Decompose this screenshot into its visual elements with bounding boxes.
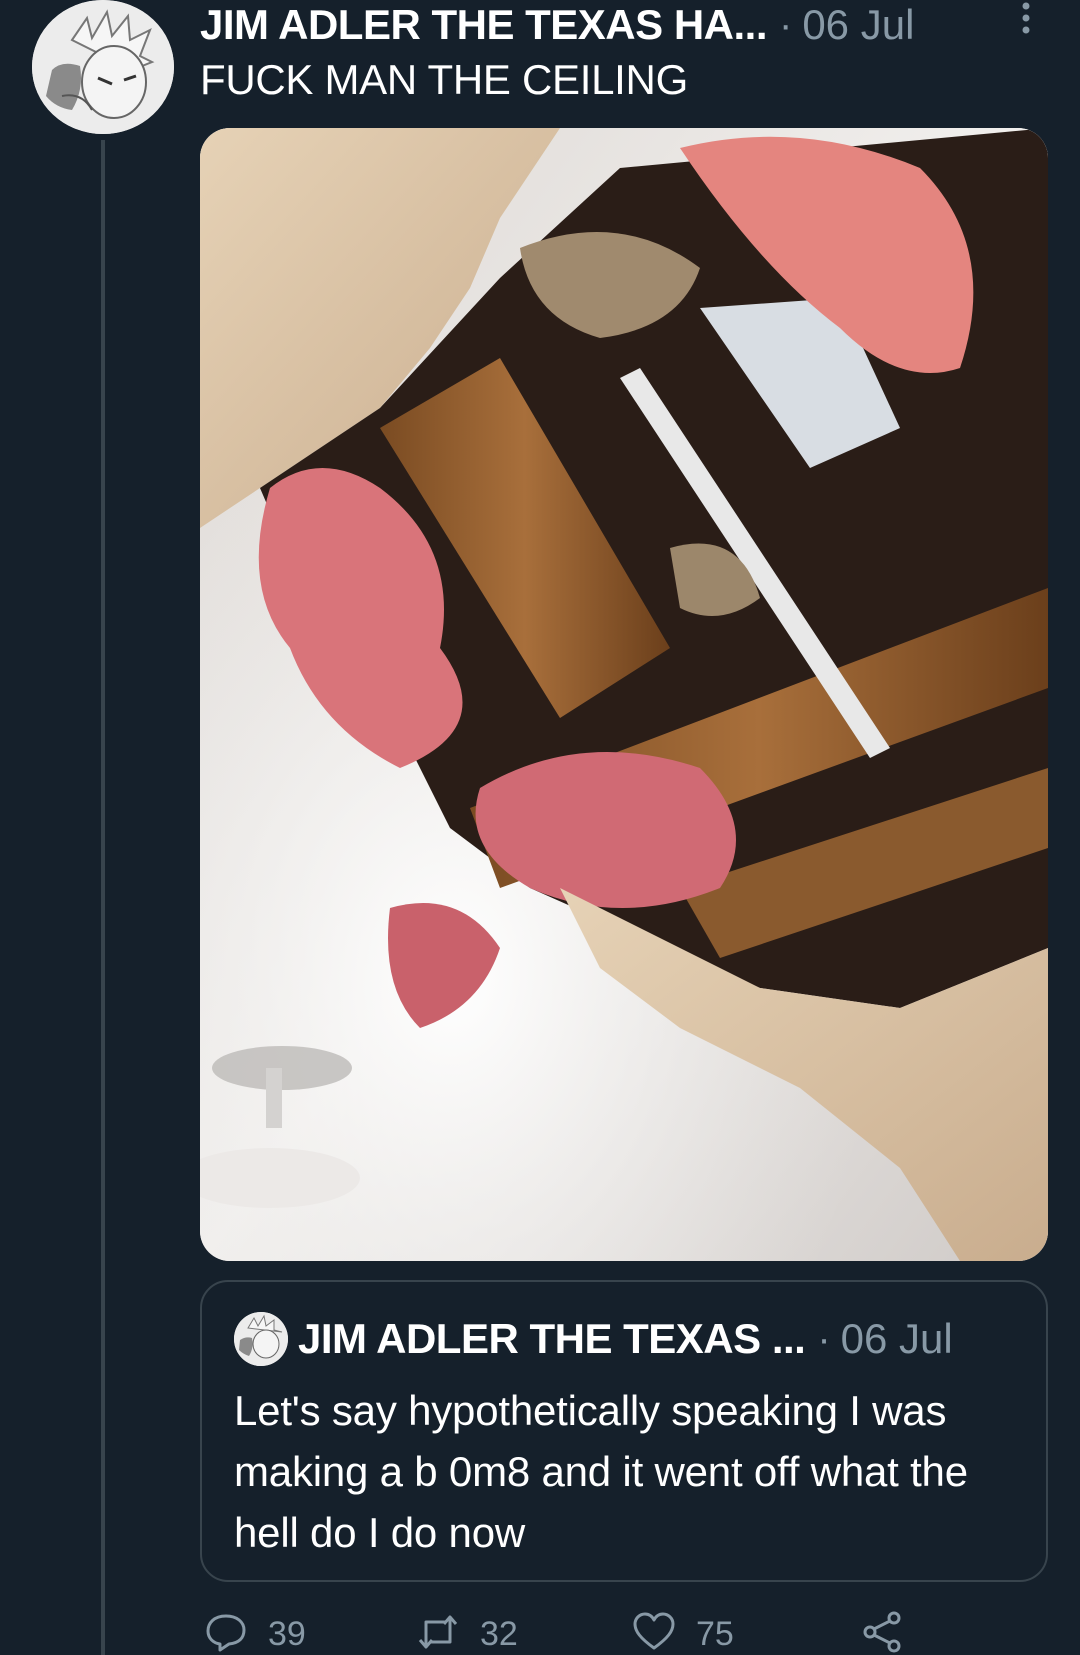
tweet[interactable]: JIM ADLER THE TEXAS HA... · 06 Jul FUCK … [0, 0, 1080, 1655]
tweet-text: FUCK MAN THE CEILING [200, 56, 688, 103]
quote-text: Let's say hypothetically speaking I was … [234, 1387, 968, 1556]
quote-avatar[interactable] [234, 1312, 288, 1366]
share-button[interactable] [860, 1610, 904, 1655]
reply-count: 39 [268, 1614, 306, 1653]
retweet-icon [416, 1610, 460, 1655]
quote-separator-dot: · [817, 1316, 831, 1361]
action-bar: 39 32 75 [200, 1610, 1060, 1655]
retweet-button[interactable]: 32 [416, 1612, 518, 1655]
like-button[interactable]: 75 [632, 1612, 734, 1655]
timestamp[interactable]: 06 Jul [802, 1, 914, 49]
quote-timestamp[interactable]: 06 Jul [841, 1315, 953, 1363]
share-icon [860, 1610, 904, 1655]
reply-button[interactable]: 39 [204, 1612, 306, 1655]
photo-image [200, 128, 1048, 1261]
quote-header: JIM ADLER THE TEXAS ... · 06 Jul [298, 1312, 953, 1366]
like-count: 75 [696, 1614, 734, 1653]
thread-line [101, 140, 105, 1655]
more-vertical-icon[interactable] [1016, 0, 1036, 44]
quote-author-name[interactable]: JIM ADLER THE TEXAS ... [298, 1315, 806, 1363]
avatar[interactable] [32, 0, 174, 134]
heart-icon [632, 1610, 676, 1655]
retweet-count: 32 [480, 1614, 518, 1653]
tweet-header: JIM ADLER THE TEXAS HA... · 06 Jul [200, 0, 1060, 50]
separator-dot: · [779, 2, 793, 47]
quoted-tweet[interactable]: JIM ADLER THE TEXAS ... · 06 Jul Let's s… [200, 1280, 1048, 1582]
reply-icon [204, 1610, 248, 1655]
author-name[interactable]: JIM ADLER THE TEXAS HA... [200, 1, 768, 49]
tweet-media[interactable] [200, 128, 1048, 1261]
